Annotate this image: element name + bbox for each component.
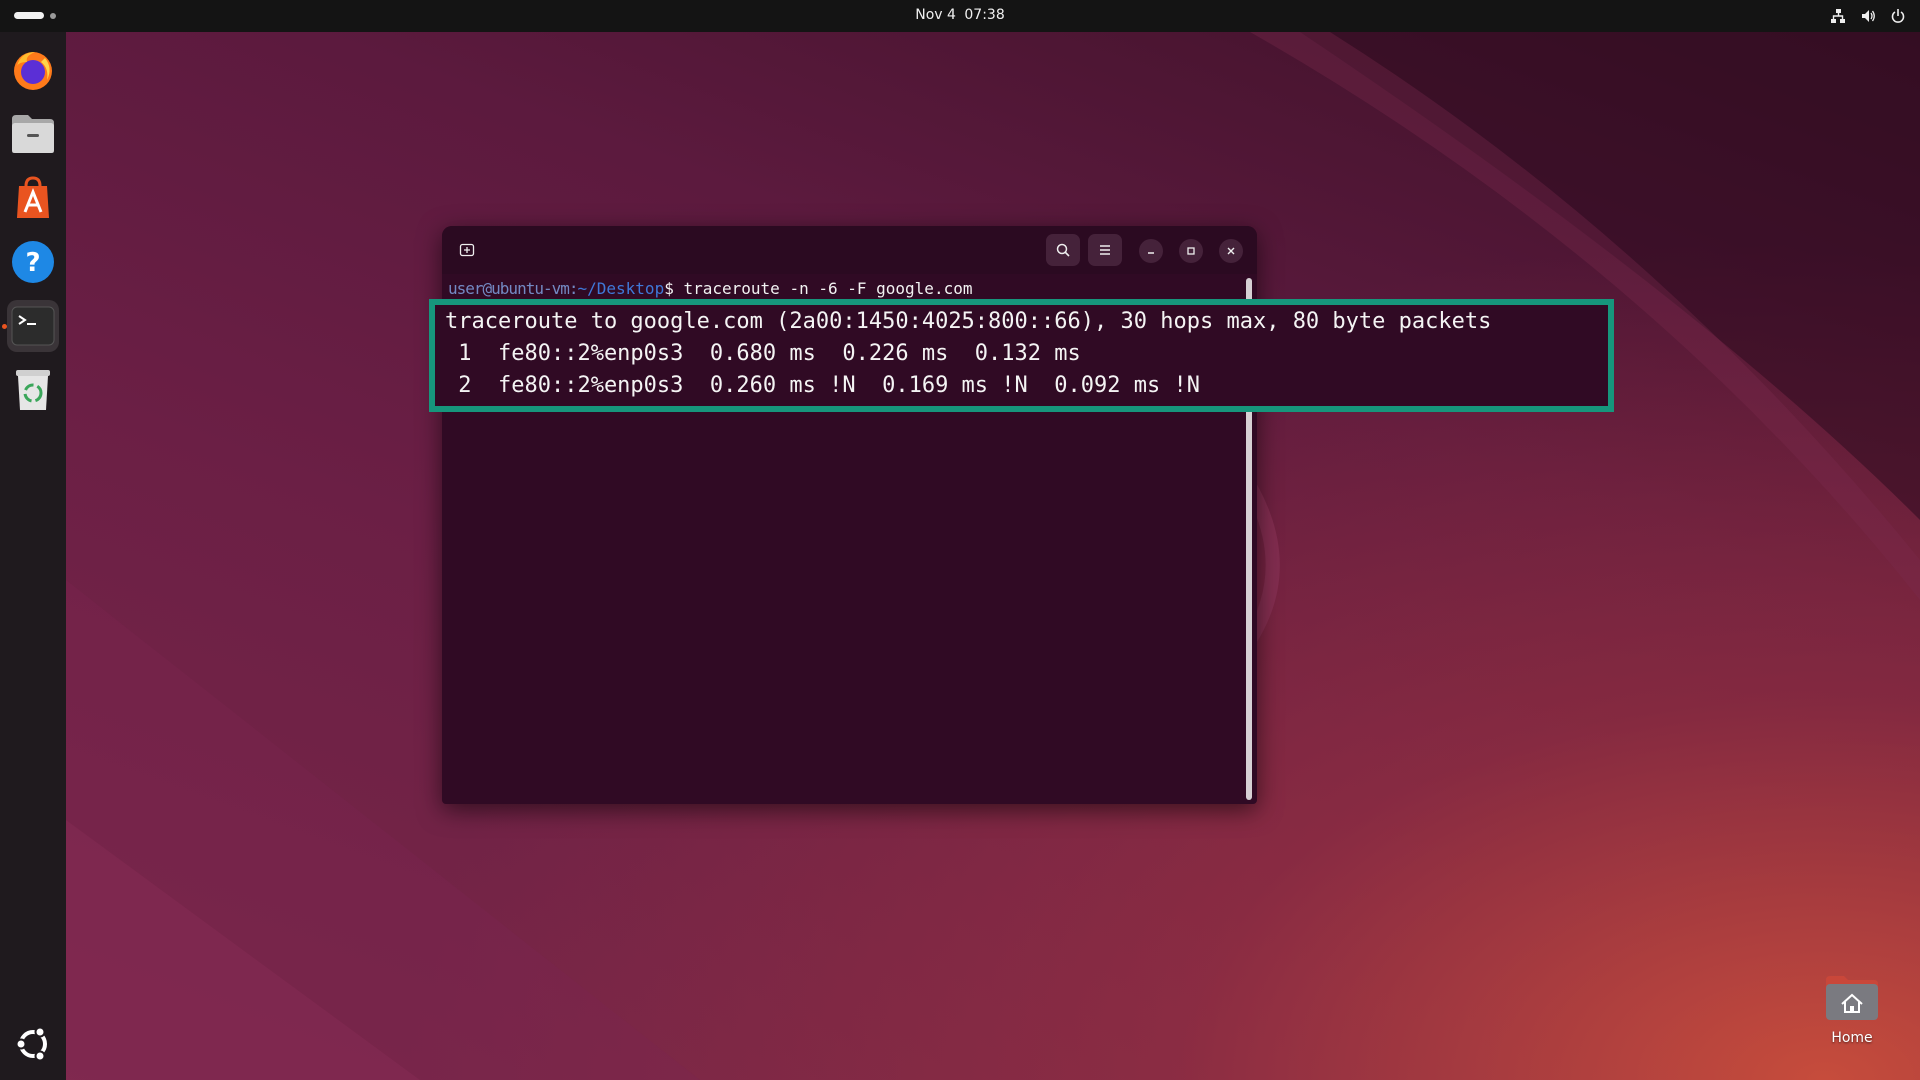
dock-item-terminal[interactable] [7,300,59,352]
prompt-user: user@ubuntu-vm: [448,279,578,298]
trash-icon [16,370,50,410]
prompt-path: ~/Desktop [577,279,665,298]
clock[interactable]: Nov 4 07:38 [0,0,1920,32]
clock-time: 07:38 [964,7,1005,23]
close-button[interactable] [1219,239,1243,263]
maximize-button[interactable] [1179,239,1203,263]
minimize-icon [1148,252,1154,254]
power-icon [1890,8,1906,24]
help-icon: ? [12,241,54,283]
dock-item-trash[interactable] [7,364,59,416]
menu-button[interactable] [1088,234,1122,266]
firefox-icon [14,52,52,90]
desktop-home-folder[interactable]: Home [1818,974,1886,1046]
new-tab-icon [459,243,475,257]
terminal-icon [11,306,55,346]
dock: ? [0,32,66,1080]
ubuntu-logo-icon [15,1026,47,1062]
maximize-icon [1187,247,1195,255]
command-line: user@ubuntu-vm:~/Desktop$ traceroute -n … [448,279,972,299]
dock-item-help[interactable]: ? [7,236,59,288]
highlighted-output: traceroute to google.com (2a00:1450:4025… [429,299,1614,412]
output-line: traceroute to google.com (2a00:1450:4025… [445,309,1492,334]
clock-date: Nov 4 [915,7,956,23]
search-button[interactable] [1046,234,1080,266]
prompt-symbol: $ [664,279,674,298]
top-bar: Nov 4 07:38 [0,0,1920,32]
hamburger-menu-icon [1100,245,1110,255]
terminal-header-bar[interactable] [442,226,1257,274]
close-icon [1227,247,1235,255]
show-apps-button[interactable] [7,1018,59,1070]
system-tray[interactable] [1830,0,1906,32]
home-folder-label: Home [1831,1030,1873,1046]
dock-item-files[interactable] [7,108,59,160]
output-line: 1 fe80::2%enp0s3 0.680 ms 0.226 ms 0.132… [445,341,1081,366]
network-icon [1830,8,1846,24]
new-tab-button[interactable] [450,234,484,266]
search-icon [1056,243,1070,257]
command-text: traceroute -n -6 -F google.com [683,279,973,298]
app-center-icon [17,176,49,218]
svg-text:?: ? [25,248,40,278]
running-indicator [2,324,7,329]
home-folder-icon [1824,974,1880,1022]
output-line: 2 fe80::2%enp0s3 0.260 ms !N 0.169 ms !N… [445,373,1200,398]
files-icon [12,115,54,153]
volume-icon [1860,8,1876,24]
dock-item-app-center[interactable] [7,172,59,224]
minimize-button[interactable] [1139,239,1163,263]
dock-item-firefox[interactable] [7,44,59,96]
